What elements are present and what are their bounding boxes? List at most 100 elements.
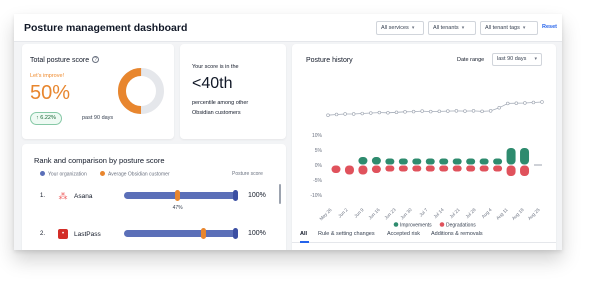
line-point [334,112,339,117]
x-tick-label: Aug 4 [481,207,493,219]
line-point [523,101,527,105]
y-tick-label: 5% [315,148,323,154]
rank-scrollbar[interactable] [279,184,281,204]
score-donut-chart [118,68,164,114]
total-score-title: Total posture score? [30,56,100,64]
degradation-bar [385,165,395,172]
tab-all[interactable]: All [300,231,307,237]
x-tick-label: Aug 11 [495,207,509,221]
line-point [446,109,450,113]
line-point [488,109,493,113]
info-icon[interactable]: ? [92,56,100,63]
line-point [343,112,347,116]
organization-marker [233,190,238,201]
rank-bar [124,228,238,239]
degradation-bar [344,165,354,175]
score-change-badge: ↑ 6.22% [30,112,62,125]
x-tick-label: Jun 16 [367,207,381,221]
tab-additions-removals[interactable]: Additions & removals [431,231,483,237]
arrow-up-icon: ↑ [36,115,39,121]
improvement-bar [506,148,516,165]
degradation-bar [439,165,449,172]
page-title: Posture management dashboard [24,22,188,34]
organization-marker [233,228,238,239]
line-point [531,100,536,105]
line-point [506,101,510,106]
line-point [420,109,424,113]
improvement-bar [412,158,422,165]
posture-score-value: 50% [30,82,71,104]
chevron-down-icon: ▾ [522,25,526,31]
improvement-bar [385,158,395,165]
x-tick-label: Aug 18 [511,207,525,221]
line-point [326,113,330,117]
line-point [351,112,356,116]
posture-score-line [327,101,543,116]
improvement-bar [371,157,381,165]
dashboard-window: Posture management dashboard All service… [14,14,562,250]
line-point [463,109,467,113]
x-tick-label: Jun 2 [337,207,349,219]
line-point [369,111,373,115]
line-point [540,100,544,104]
y-tick-label: 10% [312,133,323,139]
rank-service-name: Asana [74,193,93,200]
score-change-period: past 90 days [82,115,114,121]
posture-history-card: Posture history Date range last 90 days ▾… [292,44,556,250]
improvement-bar [425,158,435,165]
degradation-bar [466,165,476,172]
services-filter-label: All services [381,25,409,31]
score-change-value: 6.22% [40,115,56,121]
improvement-bar [452,158,462,165]
reset-button[interactable]: Reset [542,24,557,30]
improvement-bar [493,158,503,165]
percentile-intro: Your score is in the [192,64,239,70]
total-posture-score-card: Total posture score? Let's improve! 50% … [22,44,174,139]
legend-label: Your organization [48,171,87,178]
degradation-bar [479,165,489,172]
line-point [454,109,459,113]
rank-row[interactable]: 2. • LastPass 100% [22,228,286,250]
line-point [480,109,484,114]
rank-number: 2. [40,231,46,237]
degradation-bar [331,165,341,173]
line-point [386,111,390,115]
degradation-bar [493,165,503,172]
tab-rule-setting-changes[interactable]: Rule & setting changes [318,231,375,237]
tab-accepted-risk[interactable]: Accepted risk [387,231,420,237]
legend-label: Average Obsidian customer [108,171,170,178]
line-point [471,109,476,113]
line-point [394,110,399,115]
improvement-bar [466,158,476,165]
rank-comparison-card: Rank and comparison by posture score You… [22,144,286,250]
active-tab-indicator [300,241,309,243]
posture-history-chart: 10%5%0%-5%-10%May 26 Jun 2 Jun 9 Jun 16 Jun … [310,100,544,229]
rank-row[interactable]: 1. ⁂ Asana 47% 100% [22,190,286,216]
score-status: Let's improve! [30,73,65,79]
lastpass-logo-icon: • [58,229,68,239]
degradation-bar [520,165,530,176]
percentile-card: Your score is in the <40th percentile am… [180,44,286,139]
tenant-tags-filter[interactable]: All tenant tags ▾ [480,21,538,35]
improvement-bar [398,158,408,165]
average-marker [175,190,181,201]
legend-dot [439,222,445,227]
legend-posture-score: Posture score [232,171,263,177]
improvement-bar [520,148,530,165]
rank-title: Rank and comparison by posture score [34,156,165,165]
tenants-filter[interactable]: All tenants ▾ [428,21,476,35]
line-point [514,101,519,105]
degradation-bar [425,165,435,172]
average-score-label: 47% [172,205,183,211]
services-filter[interactable]: All services ▾ [376,21,424,35]
x-tick-label: Jul 14 [432,207,445,220]
tenants-filter-label: All tenants [433,25,459,31]
degradation-bar [506,165,516,176]
rank-score: 100% [248,230,266,237]
x-tick-label: Jul 21 [448,207,461,220]
legend-your-organization: Your organization [40,171,87,178]
y-tick-label: -10% [310,193,322,199]
legend-average-customer: Average Obsidian customer [100,171,170,178]
degradation-bar [358,165,368,175]
line-point [437,109,441,114]
